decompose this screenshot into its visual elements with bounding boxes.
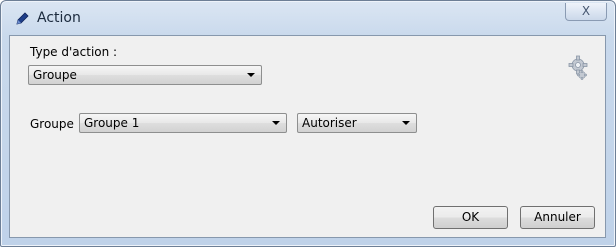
group-label: Groupe xyxy=(30,117,74,131)
permission-select[interactable]: Autoriser xyxy=(297,113,417,133)
action-dialog: Action X Type d'action : Groupe Groupe G… xyxy=(0,0,616,247)
gear-icon[interactable] xyxy=(566,54,590,82)
ok-button[interactable]: OK xyxy=(433,206,508,229)
cancel-button[interactable]: Annuler xyxy=(520,206,595,229)
chevron-down-icon xyxy=(247,73,255,77)
title-bar: Action X xyxy=(1,1,615,35)
close-button[interactable]: X xyxy=(565,3,607,21)
chevron-down-icon xyxy=(402,121,410,125)
close-icon: X xyxy=(581,4,591,18)
action-type-label: Type d'action : xyxy=(30,45,118,59)
action-type-value: Groupe xyxy=(33,68,77,82)
group-value: Groupe 1 xyxy=(84,116,140,130)
pen-icon xyxy=(16,12,29,25)
chevron-down-icon xyxy=(272,121,280,125)
dialog-title: Action xyxy=(37,10,81,26)
action-type-select[interactable]: Groupe xyxy=(28,65,262,85)
group-select[interactable]: Groupe 1 xyxy=(79,113,287,133)
permission-value: Autoriser xyxy=(302,116,357,130)
dialog-content: Type d'action : Groupe Groupe Groupe 1 A… xyxy=(9,35,606,238)
